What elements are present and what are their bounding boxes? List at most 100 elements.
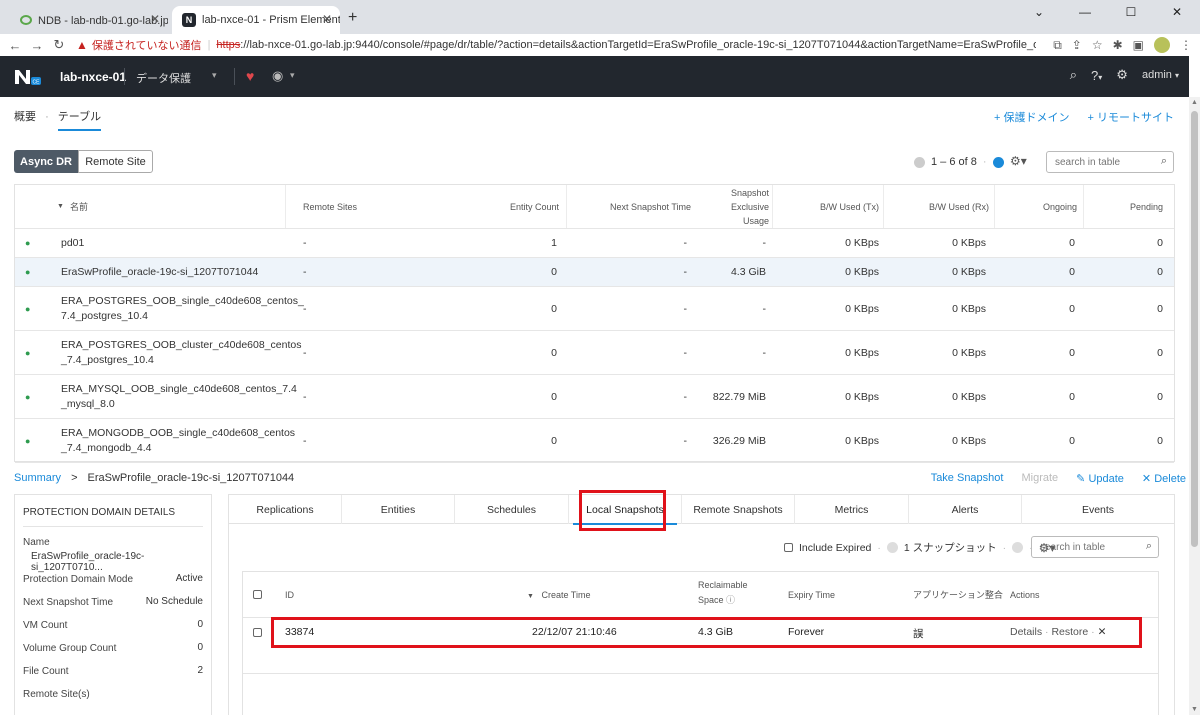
search-input[interactable] xyxy=(1047,152,1147,172)
pending-value: 0 xyxy=(1157,237,1163,249)
migrate-button[interactable]: Migrate xyxy=(1021,472,1058,485)
close-tab-icon[interactable]: ✕ xyxy=(322,12,332,26)
sort-create-time-header[interactable]: ▼ Create Time xyxy=(527,588,590,604)
table-row[interactable]: ● ERA_POSTGRES_OOB_single_c40de608_cento… xyxy=(15,287,1174,331)
minimize-icon[interactable]: — xyxy=(1062,0,1108,24)
bookmark-star-icon[interactable]: ☆ xyxy=(1092,38,1103,52)
back-icon[interactable]: ← xyxy=(4,38,26,53)
next-page-icon[interactable] xyxy=(1012,542,1024,553)
page-scrollbar[interactable]: ▲ ▼ xyxy=(1189,97,1200,715)
close-window-icon[interactable]: ✕ xyxy=(1154,0,1200,24)
extensions-icon[interactable]: ✱ xyxy=(1113,38,1123,52)
user-menu[interactable]: admin ▾ xyxy=(1142,69,1179,81)
tab-metrics[interactable]: Metrics xyxy=(795,495,909,524)
column-header: Create Time xyxy=(541,590,591,600)
delete-button[interactable]: ✕ Delete xyxy=(1142,472,1186,485)
security-warning[interactable]: 保護されていない通信 xyxy=(92,37,202,53)
prev-page-icon[interactable] xyxy=(914,156,925,168)
column-header[interactable]: B/W Used (Tx) xyxy=(785,185,879,228)
table-row[interactable]: ● EraSwProfile_oracle-19c-si_1207T071044… xyxy=(15,258,1174,287)
help-icon[interactable]: ?▾ xyxy=(1091,68,1102,83)
settings-gear-icon[interactable]: ⚙ xyxy=(1116,67,1128,83)
tab-schedules[interactable]: Schedules xyxy=(455,495,569,524)
column-header[interactable]: Reclaimable Space ⓘ xyxy=(698,578,748,608)
column-header[interactable]: Snapshot Exclusive Usage xyxy=(693,185,769,228)
next-page-icon[interactable] xyxy=(992,156,1004,168)
reload-icon[interactable]: ↻ xyxy=(48,37,70,53)
health-heart-icon[interactable]: ♥ xyxy=(246,68,254,84)
pd-name[interactable]: ERA_POSTGRES_OOB_cluster_c40de608_centos… xyxy=(61,331,301,374)
select-all-checkbox[interactable] xyxy=(253,590,262,599)
name-value: EraSwProfile_oracle-19c-si_1207T0710... xyxy=(31,551,145,573)
async-dr-button[interactable]: Async DR xyxy=(14,150,78,173)
translate-icon[interactable]: ⧉ xyxy=(1053,38,1062,53)
table-row[interactable]: ● ERA_POSTGRES_OOB_cluster_c40de608_cent… xyxy=(15,331,1174,375)
column-header[interactable]: Ongoing xyxy=(1005,185,1077,228)
tab-remote-snapshots[interactable]: Remote Snapshots xyxy=(682,495,795,524)
info-icon[interactable]: ⓘ xyxy=(726,595,735,605)
column-header[interactable]: Pending xyxy=(1095,185,1163,228)
nutanix-logo-icon[interactable]: CE xyxy=(14,68,42,86)
add-protection-domain-link[interactable]: + 保護ドメイン xyxy=(994,109,1069,125)
column-header[interactable]: アプリケーション整合 xyxy=(913,588,1003,603)
scroll-up-icon[interactable]: ▲ xyxy=(1191,99,1198,106)
tab-alerts[interactable]: Alerts xyxy=(909,495,1022,524)
take-snapshot-button[interactable]: Take Snapshot xyxy=(931,472,1004,485)
main-menu-dropdown[interactable]: データ保護 xyxy=(136,70,191,86)
pd-name[interactable]: EraSwProfile_oracle-19c-si_1207T071044 xyxy=(61,258,291,286)
row-checkbox[interactable] xyxy=(253,628,262,637)
table-row[interactable]: ● ERA_MONGODB_OOB_single_c40de608_centos… xyxy=(15,419,1174,463)
table-settings-gear-icon[interactable]: ⚙▾ xyxy=(1010,154,1027,168)
url-field[interactable]: ▲ 保護されていない通信 | https ://lab-nxce-01.go-l… xyxy=(76,34,1036,56)
browser-menu-icon[interactable]: ⋮ xyxy=(1180,38,1192,52)
table-search[interactable]: ⌕ xyxy=(1046,151,1174,173)
update-button[interactable]: ✎ Update xyxy=(1076,472,1124,485)
tab-search-icon[interactable]: ⌄ xyxy=(1016,0,1062,24)
column-header[interactable]: B/W Used (Rx) xyxy=(895,185,989,228)
new-tab-button[interactable]: + xyxy=(348,9,357,27)
bw-tx-value: 0 KBps xyxy=(845,237,879,249)
summary-link[interactable]: Summary xyxy=(14,472,61,484)
cluster-name[interactable]: lab-nxce-01 xyxy=(60,70,126,84)
column-header[interactable]: Remote Sites xyxy=(303,185,357,228)
profile-avatar[interactable] xyxy=(1154,37,1170,53)
detail-label: File Count xyxy=(23,666,69,677)
tab-replications[interactable]: Replications xyxy=(229,495,342,524)
include-expired-checkbox[interactable] xyxy=(784,543,793,552)
prev-page-icon[interactable] xyxy=(886,542,898,553)
column-header[interactable]: Next Snapshot Time xyxy=(589,185,691,228)
snapshot-search[interactable]: ⌕ xyxy=(1031,536,1159,558)
tab-events[interactable]: Events xyxy=(1022,495,1174,524)
maximize-icon[interactable]: ☐ xyxy=(1108,0,1154,24)
tab-entities[interactable]: Entities xyxy=(342,495,455,524)
add-remote-site-link[interactable]: + リモートサイト xyxy=(1088,109,1174,125)
column-header[interactable]: Expiry Time xyxy=(788,588,835,603)
chevron-down-icon[interactable]: ▾ xyxy=(290,70,295,81)
alerts-circle-icon[interactable]: ◉ xyxy=(272,68,283,84)
sort-name-header[interactable]: ▼ 名前 xyxy=(57,185,88,228)
chevron-down-icon[interactable]: ▾ xyxy=(212,70,217,81)
share-icon[interactable]: ⇪ xyxy=(1072,38,1082,52)
scroll-down-icon[interactable]: ▼ xyxy=(1191,706,1198,713)
pencil-icon: ✎ xyxy=(1076,473,1086,485)
browser-tab-ndb[interactable]: NDB - lab-ndb-01.go-lab.jp - プロ ✕ xyxy=(10,6,168,34)
search-icon[interactable]: ⌕ xyxy=(1070,67,1077,83)
search-input[interactable] xyxy=(1032,537,1132,557)
forward-icon[interactable]: → xyxy=(26,38,48,53)
pd-name[interactable]: ERA_MYSQL_OOB_single_c40de608_centos_7.4… xyxy=(61,375,297,418)
tab-overview[interactable]: 概要 xyxy=(14,111,36,123)
sidebar-icon[interactable]: ▣ xyxy=(1133,38,1144,52)
remote-site-button[interactable]: Remote Site xyxy=(78,150,153,173)
pd-name[interactable]: ERA_POSTGRES_OOB_single_c40de608_centos_… xyxy=(61,287,304,330)
table-row[interactable]: ● pd01 - 1 - - 0 KBps 0 KBps 0 0 xyxy=(15,229,1174,258)
pd-name[interactable]: pd01 xyxy=(61,229,291,257)
include-expired-label[interactable]: Include Expired xyxy=(799,542,871,554)
column-header[interactable]: Entity Count xyxy=(485,185,559,228)
table-row[interactable]: ● ERA_MYSQL_OOB_single_c40de608_centos_7… xyxy=(15,375,1174,419)
scrollbar-thumb[interactable] xyxy=(1191,111,1198,547)
close-tab-icon[interactable]: ✕ xyxy=(150,12,160,26)
browser-tab-prism[interactable]: N lab-nxce-01 - Prism Element ✕ xyxy=(172,6,340,34)
pd-name[interactable]: ERA_MONGODB_OOB_single_c40de608_centos _… xyxy=(61,419,295,462)
tab-table[interactable]: テーブル xyxy=(57,111,102,131)
column-header[interactable]: ID xyxy=(285,588,294,603)
